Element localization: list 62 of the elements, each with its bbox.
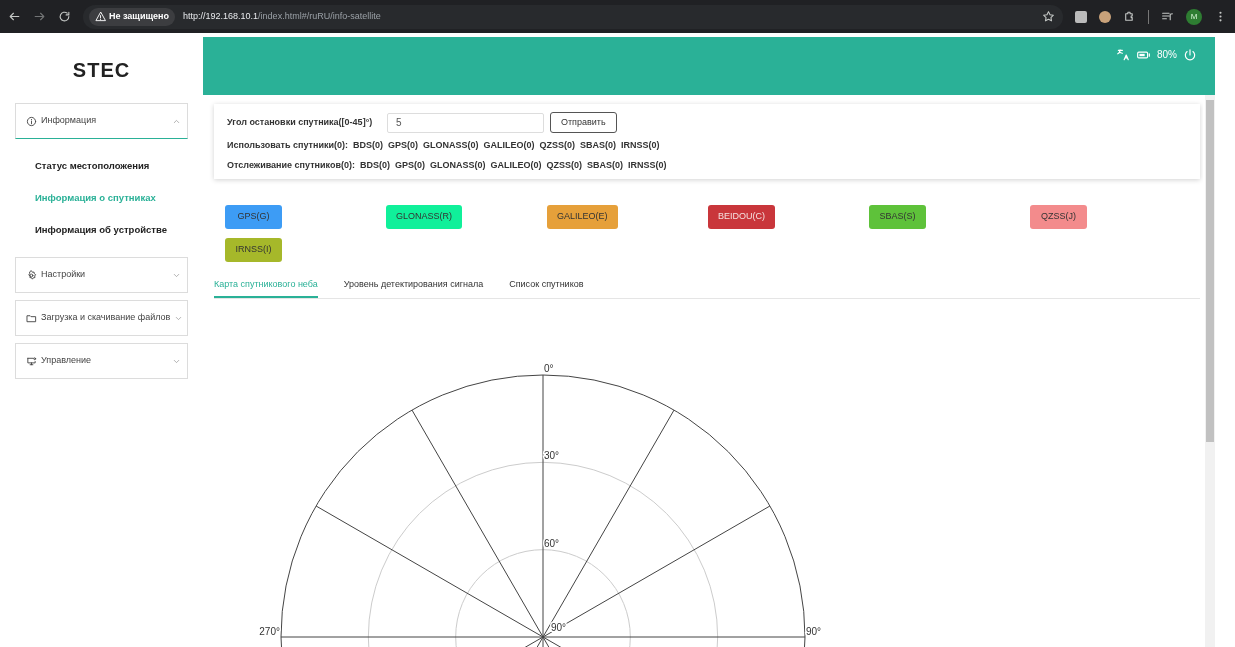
legend-tag: SBAS(S) [869,205,926,229]
menu-header[interactable]: Информация [15,103,188,139]
satellite-count-label: Отслеживание спутников(0): [227,159,355,173]
tab[interactable]: Список спутников [509,274,584,298]
legend-tag: GPS(G) [225,205,282,229]
satellite-count-label: Использовать спутники(0): [227,139,348,153]
extension-icon[interactable] [1075,10,1087,23]
submenu-item[interactable]: Информация об устройстве [15,214,188,246]
system-count: GLONASS(0) [423,139,479,153]
system-count: GALILEO(0) [483,139,535,153]
system-count: IRNSS(0) [628,159,667,173]
warning-icon [95,11,106,22]
system-count: GPS(0) [388,139,419,153]
security-chip[interactable]: Не защищено [89,7,176,26]
info-icon [26,115,37,127]
battery-icon [1136,48,1151,62]
legend-tag: GALILEO(E) [547,205,618,229]
profile-avatar[interactable]: M [1186,8,1202,25]
system-count: GPS(0) [394,159,425,173]
system-count: SBAS(0) [580,139,617,153]
system-count: QZSS(0) [546,159,582,173]
gear-icon [26,269,37,281]
menu-header[interactable]: Управление [15,343,188,379]
monitor-icon [26,355,37,367]
system-count: GLONASS(0) [429,159,486,173]
folder-icon [26,312,37,324]
menu-header[interactable]: Настройки [15,257,188,293]
legend-tag: IRNSS(I) [225,238,282,262]
legend-tag: BEIDOU(C) [708,205,775,229]
axis-label: 60° [544,537,560,549]
power-icon[interactable] [1183,48,1197,62]
submenu-item[interactable]: Статус местоположения [15,150,188,182]
translate-icon [1116,48,1130,62]
system-count: BDS(0) [353,139,384,153]
submit-button[interactable]: Отправить [550,112,617,133]
axis-label: 30° [544,450,560,462]
cutoff-label: Угол остановки спутника([0-45]°) [227,115,374,129]
back-arrow-icon[interactable] [8,10,21,23]
extension-icon[interactable] [1099,10,1111,23]
system-count: QZSS(0) [539,139,576,153]
axis-label: 90° [806,626,822,637]
system-count: GALILEO(0) [490,159,542,173]
battery-level: 80% [1157,48,1177,62]
system-count: BDS(0) [359,159,390,173]
logo: STEC [72,58,131,83]
legend-tag: GLONASS(R) [386,205,462,229]
security-label: Не защищено [109,9,170,23]
scrollbar[interactable] [1205,95,1215,647]
menu-header[interactable]: Загрузка и скачивание файлов [15,300,188,336]
address-bar[interactable]: Не защищено http://192.168.10.1/index.html#/ruRU/info-satellite [83,4,1063,29]
legend-tag: QZSS(J) [1030,205,1087,229]
puzzle-icon[interactable] [1123,10,1136,23]
reload-icon[interactable] [58,10,71,23]
angle-input-field[interactable]: 5 [387,112,544,133]
url-text: http://192.168.10.1/index.html#/ruRU/info-satellite [183,9,381,23]
tab[interactable]: Уровень детектирования сигнала [343,274,484,298]
axis-label: 0° [544,363,554,374]
system-count: SBAS(0) [587,159,623,173]
star-icon[interactable] [1042,10,1055,23]
media-icon[interactable] [1161,10,1174,23]
axis-label: 270° [259,626,280,637]
system-count: IRNSS(0) [621,139,660,153]
